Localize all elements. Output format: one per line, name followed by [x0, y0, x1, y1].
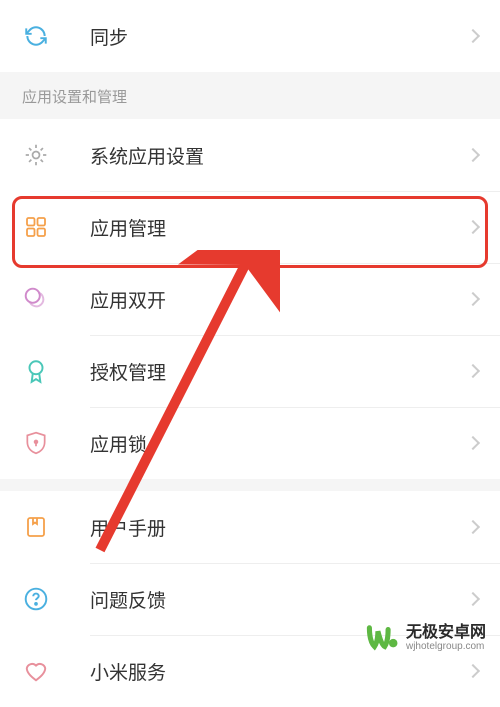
sync-item[interactable]: 同步: [0, 0, 500, 72]
chevron-right-icon: [466, 292, 480, 306]
dual-circle-icon: [22, 285, 50, 313]
watermark-main: 无极安卓网: [406, 624, 486, 642]
chevron-right-icon: [466, 148, 480, 162]
chevron-right-icon: [466, 592, 480, 606]
system-apps-item[interactable]: 系统应用设置: [0, 119, 500, 191]
watermark-logo: [366, 621, 400, 655]
help-icon: [22, 585, 50, 613]
mi-service-label: 小米服务: [90, 658, 468, 685]
gear-icon: [22, 141, 50, 169]
shield-lock-icon: [22, 429, 50, 457]
watermark: 无极安卓网 wjhotelgroup.com: [366, 621, 486, 655]
chevron-right-icon: [466, 664, 480, 678]
chevron-right-icon: [466, 29, 480, 43]
manual-icon: [22, 513, 50, 541]
grid-icon: [22, 213, 50, 241]
chevron-right-icon: [466, 436, 480, 450]
badge-icon: [22, 357, 50, 385]
feedback-label: 问题反馈: [90, 586, 468, 613]
sync-icon: [22, 22, 50, 50]
permissions-item[interactable]: 授权管理: [0, 335, 500, 407]
system-apps-label: 系统应用设置: [90, 142, 468, 169]
permissions-label: 授权管理: [90, 358, 468, 385]
app-lock-label: 应用锁: [90, 430, 468, 457]
chevron-right-icon: [466, 520, 480, 534]
heart-icon: [22, 657, 50, 685]
watermark-sub: wjhotelgroup.com: [406, 641, 486, 652]
chevron-right-icon: [466, 364, 480, 378]
app-management-label: 应用管理: [90, 214, 468, 241]
app-lock-item[interactable]: 应用锁: [0, 407, 500, 479]
sync-label: 同步: [90, 23, 468, 50]
chevron-right-icon: [466, 220, 480, 234]
app-management-item[interactable]: 应用管理: [0, 191, 500, 263]
user-manual-label: 用户手册: [90, 514, 468, 541]
user-manual-item[interactable]: 用户手册: [0, 491, 500, 563]
dual-apps-item[interactable]: 应用双开: [0, 263, 500, 335]
section-header-apps: 应用设置和管理: [0, 72, 500, 119]
dual-apps-label: 应用双开: [90, 286, 468, 313]
